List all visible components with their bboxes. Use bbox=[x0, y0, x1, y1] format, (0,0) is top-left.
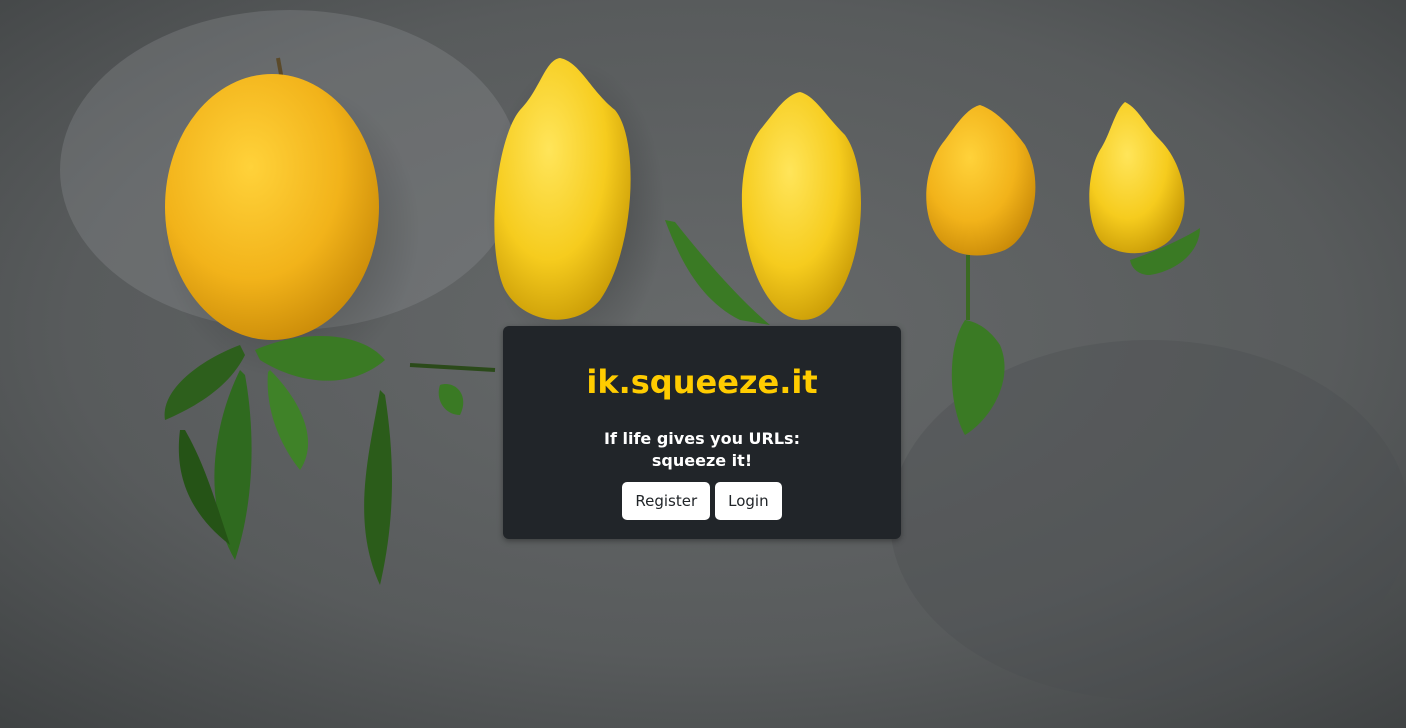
register-button[interactable]: Register bbox=[622, 482, 711, 520]
tagline-line-1: If life gives you URLs: bbox=[604, 429, 800, 448]
brand-title: ik.squeeze.it bbox=[586, 363, 818, 401]
auth-actions: Register Login bbox=[503, 482, 901, 520]
hero-card: ik.squeeze.it If life gives you URLs: sq… bbox=[503, 326, 901, 539]
login-button[interactable]: Login bbox=[715, 482, 782, 520]
tagline: If life gives you URLs: squeeze it! bbox=[503, 428, 901, 472]
tagline-line-2: squeeze it! bbox=[651, 451, 753, 470]
